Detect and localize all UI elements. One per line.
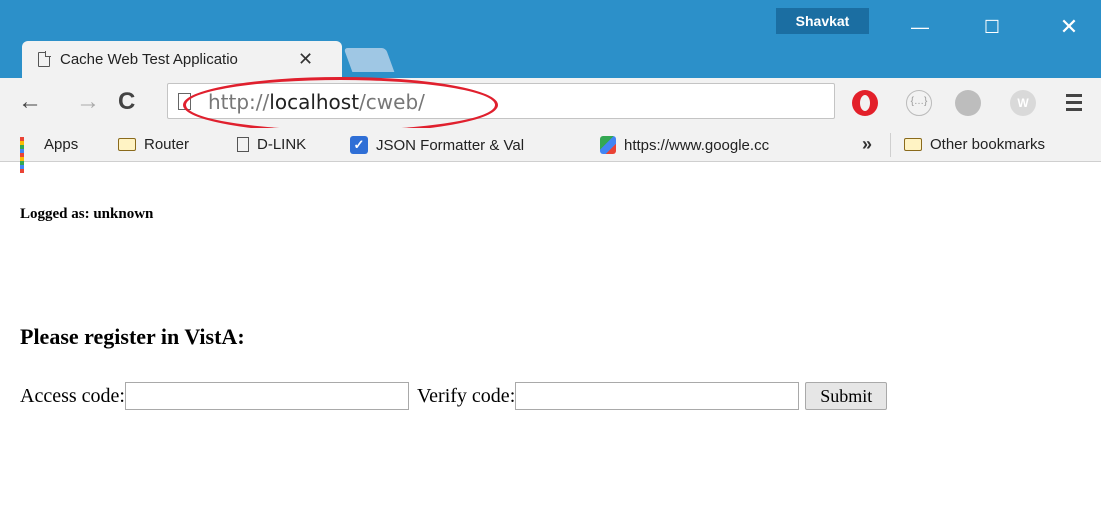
bookmark-apps[interactable]: Apps bbox=[20, 136, 79, 173]
bookmark-label: Apps bbox=[44, 136, 79, 153]
access-code-input[interactable] bbox=[124, 382, 409, 410]
profile-button[interactable]: Shavkat bbox=[776, 8, 869, 34]
page-icon bbox=[237, 137, 249, 152]
maximize-button[interactable]: ☐ bbox=[969, 12, 1015, 42]
browser-tab[interactable]: Cache Web Test Applicatio ✕ bbox=[22, 41, 342, 78]
tab-title: Cache Web Test Applicatio bbox=[60, 51, 238, 68]
menu-icon[interactable] bbox=[1066, 94, 1082, 115]
bookmark-router[interactable]: Router bbox=[118, 136, 189, 153]
folder-icon bbox=[904, 138, 922, 151]
submit-button[interactable]: Submit bbox=[805, 382, 888, 410]
bookmark-label: https://www.google.cc bbox=[624, 136, 770, 154]
bookmark-other-bookmarks[interactable]: Other bookmarks bbox=[904, 136, 1045, 153]
w-extension-icon[interactable]: W bbox=[1010, 90, 1036, 116]
opera-icon[interactable] bbox=[852, 90, 878, 116]
bookmark-d-link[interactable]: D-LINK bbox=[237, 136, 306, 153]
bookmarks-overflow-button[interactable]: » bbox=[862, 134, 872, 155]
bookmark-json-formatter[interactable]: ✓ JSON Formatter & Val bbox=[350, 136, 524, 154]
logged-status: Logged as: unknown bbox=[20, 206, 154, 222]
bookmark-label: Router bbox=[144, 136, 190, 153]
url-highlight-oval bbox=[183, 77, 498, 133]
maps-icon bbox=[600, 136, 616, 154]
tab-close-icon[interactable]: ✕ bbox=[298, 49, 313, 70]
close-window-button[interactable]: ✕ bbox=[1046, 12, 1092, 42]
minimize-button[interactable]: — bbox=[897, 12, 943, 42]
verify-code-input[interactable] bbox=[515, 382, 800, 410]
apps-icon bbox=[20, 136, 36, 173]
bookmark-label: D-LINK bbox=[257, 136, 307, 153]
page-icon bbox=[38, 51, 51, 67]
verify-code-label: Verify code: bbox=[416, 384, 516, 407]
access-code-label: Access code: bbox=[20, 384, 125, 407]
compass-icon[interactable] bbox=[955, 90, 981, 116]
reload-icon[interactable]: C bbox=[118, 90, 135, 114]
bookmarks-divider bbox=[890, 133, 891, 157]
forward-arrow-icon[interactable]: → bbox=[76, 90, 100, 114]
checkbox-icon: ✓ bbox=[350, 136, 368, 154]
register-form: Access code: Verify code: Submit bbox=[20, 380, 888, 412]
new-tab-button[interactable] bbox=[343, 48, 395, 72]
folder-icon bbox=[118, 138, 136, 151]
bookmark-label: JSON Formatter & Val bbox=[376, 136, 525, 154]
bookmark-label: Other bookmarks bbox=[930, 136, 1046, 153]
page-heading: Please register in VistA: bbox=[20, 324, 245, 349]
back-arrow-icon[interactable]: ← bbox=[18, 90, 42, 114]
json-viewer-icon[interactable]: {…} bbox=[906, 90, 932, 116]
bookmark-google-maps[interactable]: https://www.google.cc bbox=[600, 136, 846, 154]
